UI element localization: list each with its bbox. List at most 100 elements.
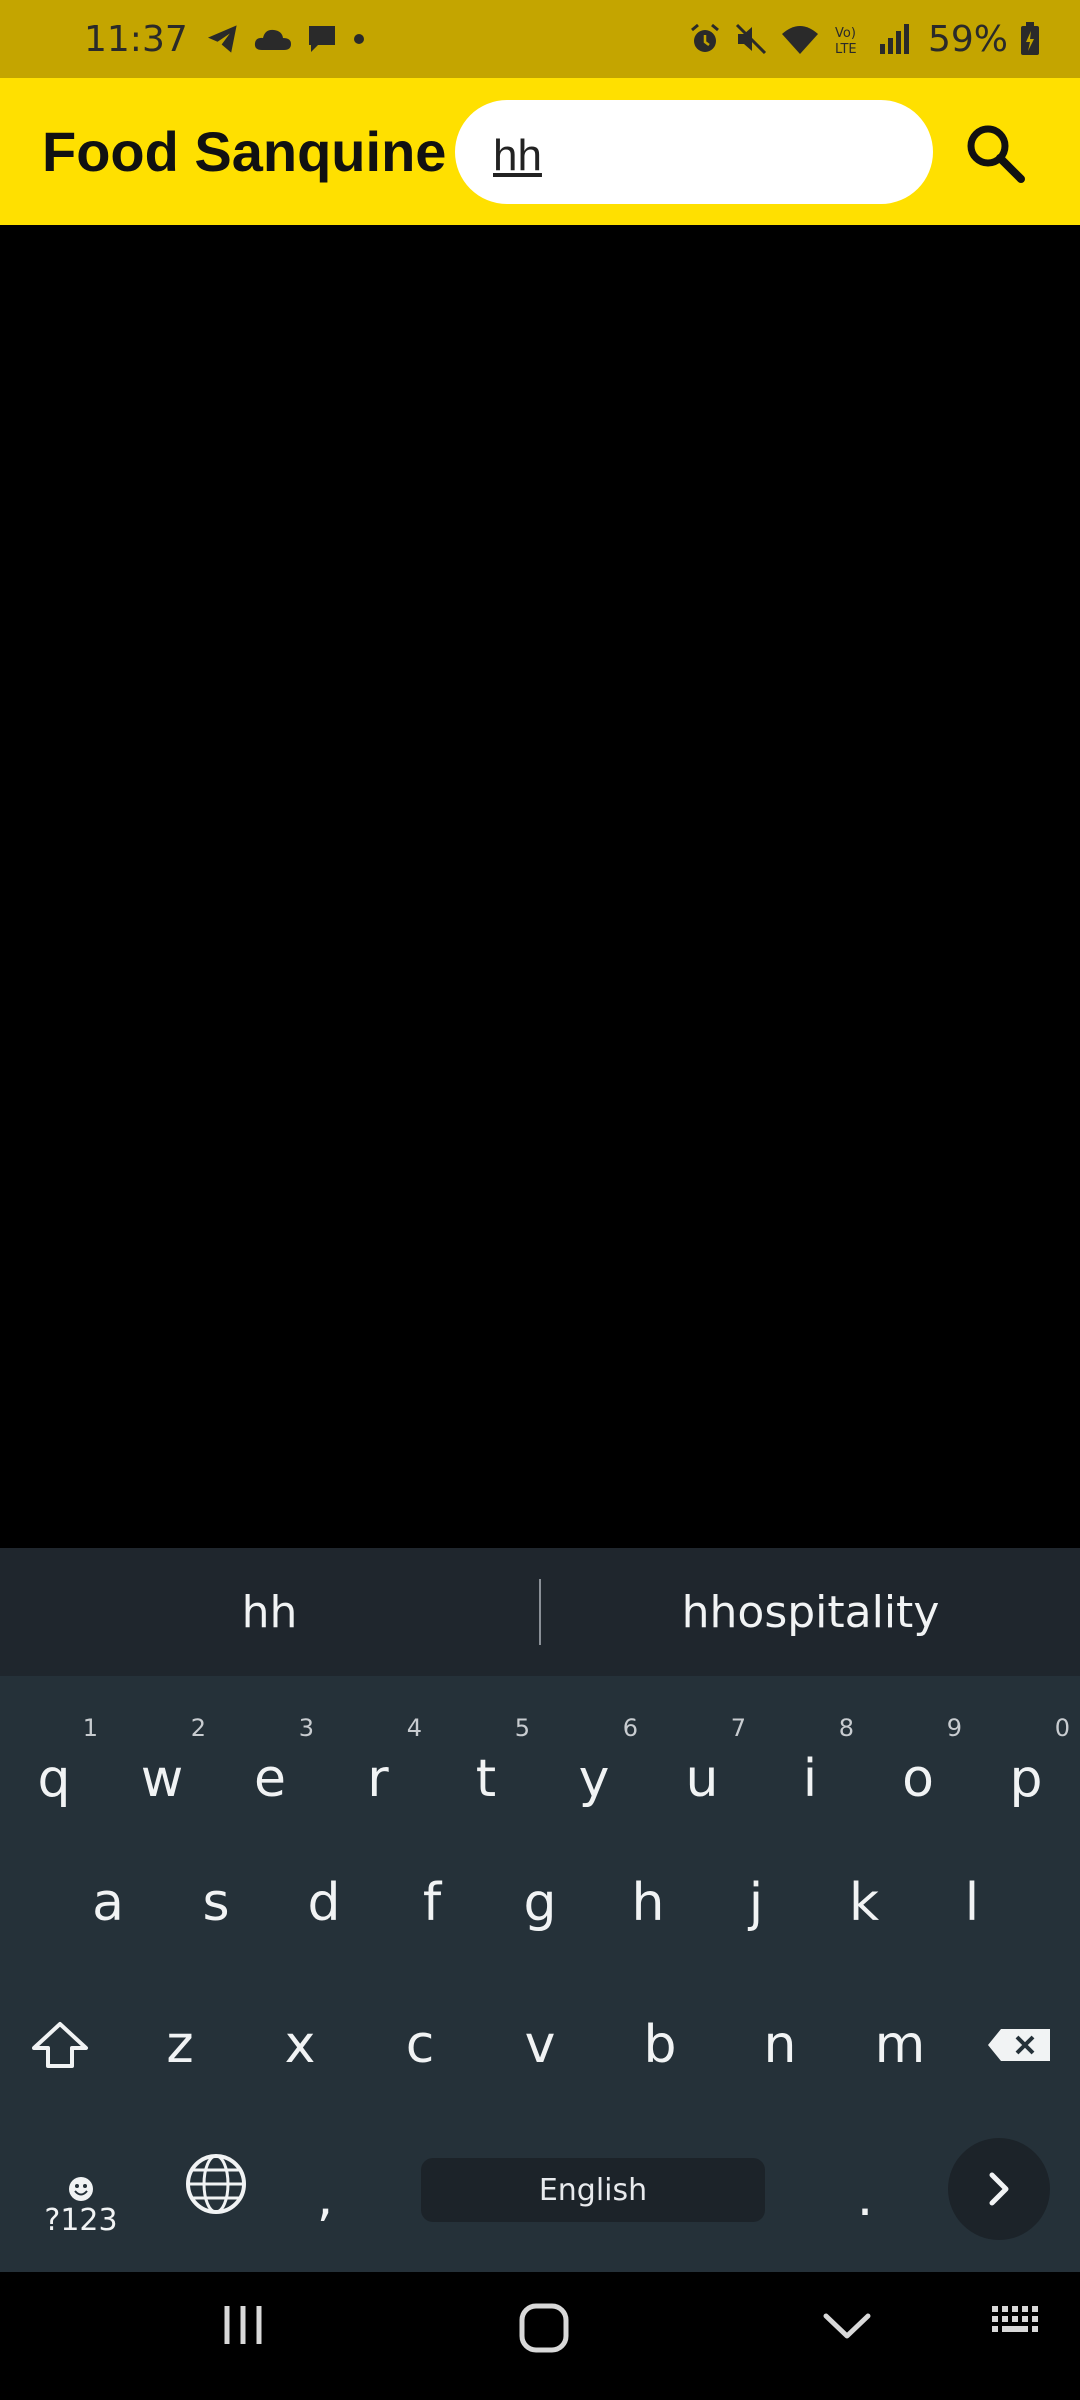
key-y[interactable]: 6y bbox=[540, 1704, 648, 1834]
keyboard-row-3: z x c v b n m bbox=[0, 1980, 1080, 2110]
comma-key[interactable]: , bbox=[295, 2158, 355, 2238]
search-icon bbox=[967, 125, 1025, 183]
key-hint: 5 bbox=[514, 1714, 530, 1742]
key-l[interactable]: l bbox=[918, 1838, 1026, 1968]
suggestion-item[interactable]: hh bbox=[0, 1587, 539, 1638]
globe-icon bbox=[186, 2154, 246, 2214]
key-x[interactable]: x bbox=[240, 1980, 360, 2110]
key-label: o bbox=[902, 1749, 934, 1809]
key-a[interactable]: a bbox=[54, 1838, 162, 1968]
cloud-icon bbox=[254, 29, 291, 50]
key-r[interactable]: 4r bbox=[324, 1704, 432, 1834]
app-title: Food Sanquine bbox=[42, 120, 447, 183]
status-time: 11:37 bbox=[84, 18, 188, 60]
key-i[interactable]: 8i bbox=[756, 1704, 864, 1834]
enter-key[interactable] bbox=[948, 2138, 1050, 2240]
key-q[interactable]: 1q bbox=[0, 1704, 108, 1834]
shift-key[interactable] bbox=[0, 1980, 120, 2110]
recents-button[interactable] bbox=[220, 2302, 266, 2348]
backspace-icon bbox=[988, 2029, 1050, 2061]
svg-text:LTE: LTE bbox=[835, 42, 857, 56]
key-hint: 3 bbox=[298, 1714, 314, 1742]
key-h[interactable]: h bbox=[594, 1838, 702, 1968]
key-k[interactable]: k bbox=[810, 1838, 918, 1968]
key-c[interactable]: c bbox=[360, 1980, 480, 2110]
wifi-icon bbox=[781, 26, 818, 54]
key-label: y bbox=[578, 1749, 610, 1809]
back-icon bbox=[823, 2313, 871, 2339]
key-label: t bbox=[475, 1749, 497, 1809]
signal-icon bbox=[879, 24, 909, 54]
key-label: i bbox=[802, 1749, 818, 1809]
key-t[interactable]: 5t bbox=[432, 1704, 540, 1834]
key-hint: 6 bbox=[622, 1714, 638, 1742]
period-key[interactable]: . bbox=[835, 2158, 895, 2238]
key-hint: 1 bbox=[82, 1714, 98, 1742]
search-button[interactable] bbox=[960, 118, 1030, 188]
keyboard: hh hhospitality 1q 2w 3e 4r 5t 6y 7u 8i … bbox=[0, 1548, 1080, 2272]
key-label: w bbox=[140, 1749, 184, 1809]
svg-text:Vo): Vo) bbox=[835, 26, 856, 41]
screen: 11:37 Vo) LTE 59% Food Sanquine hh hh hh… bbox=[0, 0, 1080, 2400]
key-n[interactable]: n bbox=[720, 1980, 840, 2110]
key-hint: 4 bbox=[406, 1714, 422, 1742]
symbols-key[interactable]: ?123 bbox=[40, 2148, 122, 2238]
key-o[interactable]: 9o bbox=[864, 1704, 972, 1834]
keyboard-icon bbox=[992, 2306, 1038, 2332]
mute-icon bbox=[735, 23, 767, 55]
key-p[interactable]: 0p bbox=[972, 1704, 1080, 1834]
nav-bar bbox=[0, 2272, 1080, 2400]
alarm-icon bbox=[691, 23, 719, 52]
key-j[interactable]: j bbox=[702, 1838, 810, 1968]
shift-icon bbox=[32, 2022, 88, 2068]
key-s[interactable]: s bbox=[162, 1838, 270, 1968]
keyboard-row-1: 1q 2w 3e 4r 5t 6y 7u 8i 9o 0p bbox=[0, 1704, 1080, 1834]
backspace-key[interactable] bbox=[960, 1980, 1080, 2110]
key-hint: 9 bbox=[946, 1714, 962, 1742]
key-m[interactable]: m bbox=[840, 1980, 960, 2110]
key-u[interactable]: 7u bbox=[648, 1704, 756, 1834]
chevron-right-icon bbox=[989, 2172, 1009, 2206]
back-button[interactable] bbox=[822, 2302, 872, 2348]
keyboard-switch-button[interactable] bbox=[990, 2302, 1044, 2342]
status-bar: 11:37 Vo) LTE 59% bbox=[0, 0, 1080, 78]
key-v[interactable]: v bbox=[480, 1980, 600, 2110]
app-bar: Food Sanquine bbox=[0, 78, 1080, 225]
key-hint: 8 bbox=[838, 1714, 854, 1742]
home-icon bbox=[519, 2303, 569, 2353]
battery-percent: 59% bbox=[927, 18, 1008, 60]
symbols-label: ?123 bbox=[44, 2203, 118, 2238]
key-w[interactable]: 2w bbox=[108, 1704, 216, 1834]
chat-icon bbox=[308, 26, 335, 52]
telegram-icon bbox=[207, 25, 237, 53]
battery-icon bbox=[1021, 22, 1039, 55]
key-hint: 0 bbox=[1054, 1714, 1070, 1742]
suggestion-item[interactable]: hhospitality bbox=[541, 1587, 1080, 1638]
recents-icon bbox=[224, 2306, 262, 2344]
dot-icon bbox=[353, 34, 364, 44]
key-label: e bbox=[254, 1749, 286, 1809]
key-label: q bbox=[37, 1749, 71, 1809]
status-right-icons: Vo) LTE 59% bbox=[688, 19, 1040, 60]
key-label: u bbox=[685, 1749, 719, 1809]
key-g[interactable]: g bbox=[486, 1838, 594, 1968]
key-z[interactable]: z bbox=[120, 1980, 240, 2110]
language-key[interactable] bbox=[180, 2148, 252, 2220]
key-f[interactable]: f bbox=[378, 1838, 486, 1968]
suggestion-bar: hh hhospitality bbox=[0, 1548, 1080, 1676]
content-area bbox=[0, 225, 1080, 1548]
search-box[interactable] bbox=[455, 100, 933, 204]
key-label: p bbox=[1009, 1749, 1043, 1809]
keyboard-row-2: a s d f g h j k l bbox=[0, 1838, 1080, 1968]
search-input[interactable] bbox=[493, 131, 893, 181]
key-hint: 2 bbox=[190, 1714, 206, 1742]
key-e[interactable]: 3e bbox=[216, 1704, 324, 1834]
key-hint: 7 bbox=[730, 1714, 746, 1742]
key-b[interactable]: b bbox=[600, 1980, 720, 2110]
key-d[interactable]: d bbox=[270, 1838, 378, 1968]
emoji-icon bbox=[69, 2177, 93, 2201]
volte-icon: Vo)LTE bbox=[835, 26, 857, 56]
space-key[interactable]: English bbox=[421, 2158, 765, 2222]
key-label: r bbox=[367, 1749, 389, 1809]
home-button[interactable] bbox=[518, 2302, 570, 2354]
